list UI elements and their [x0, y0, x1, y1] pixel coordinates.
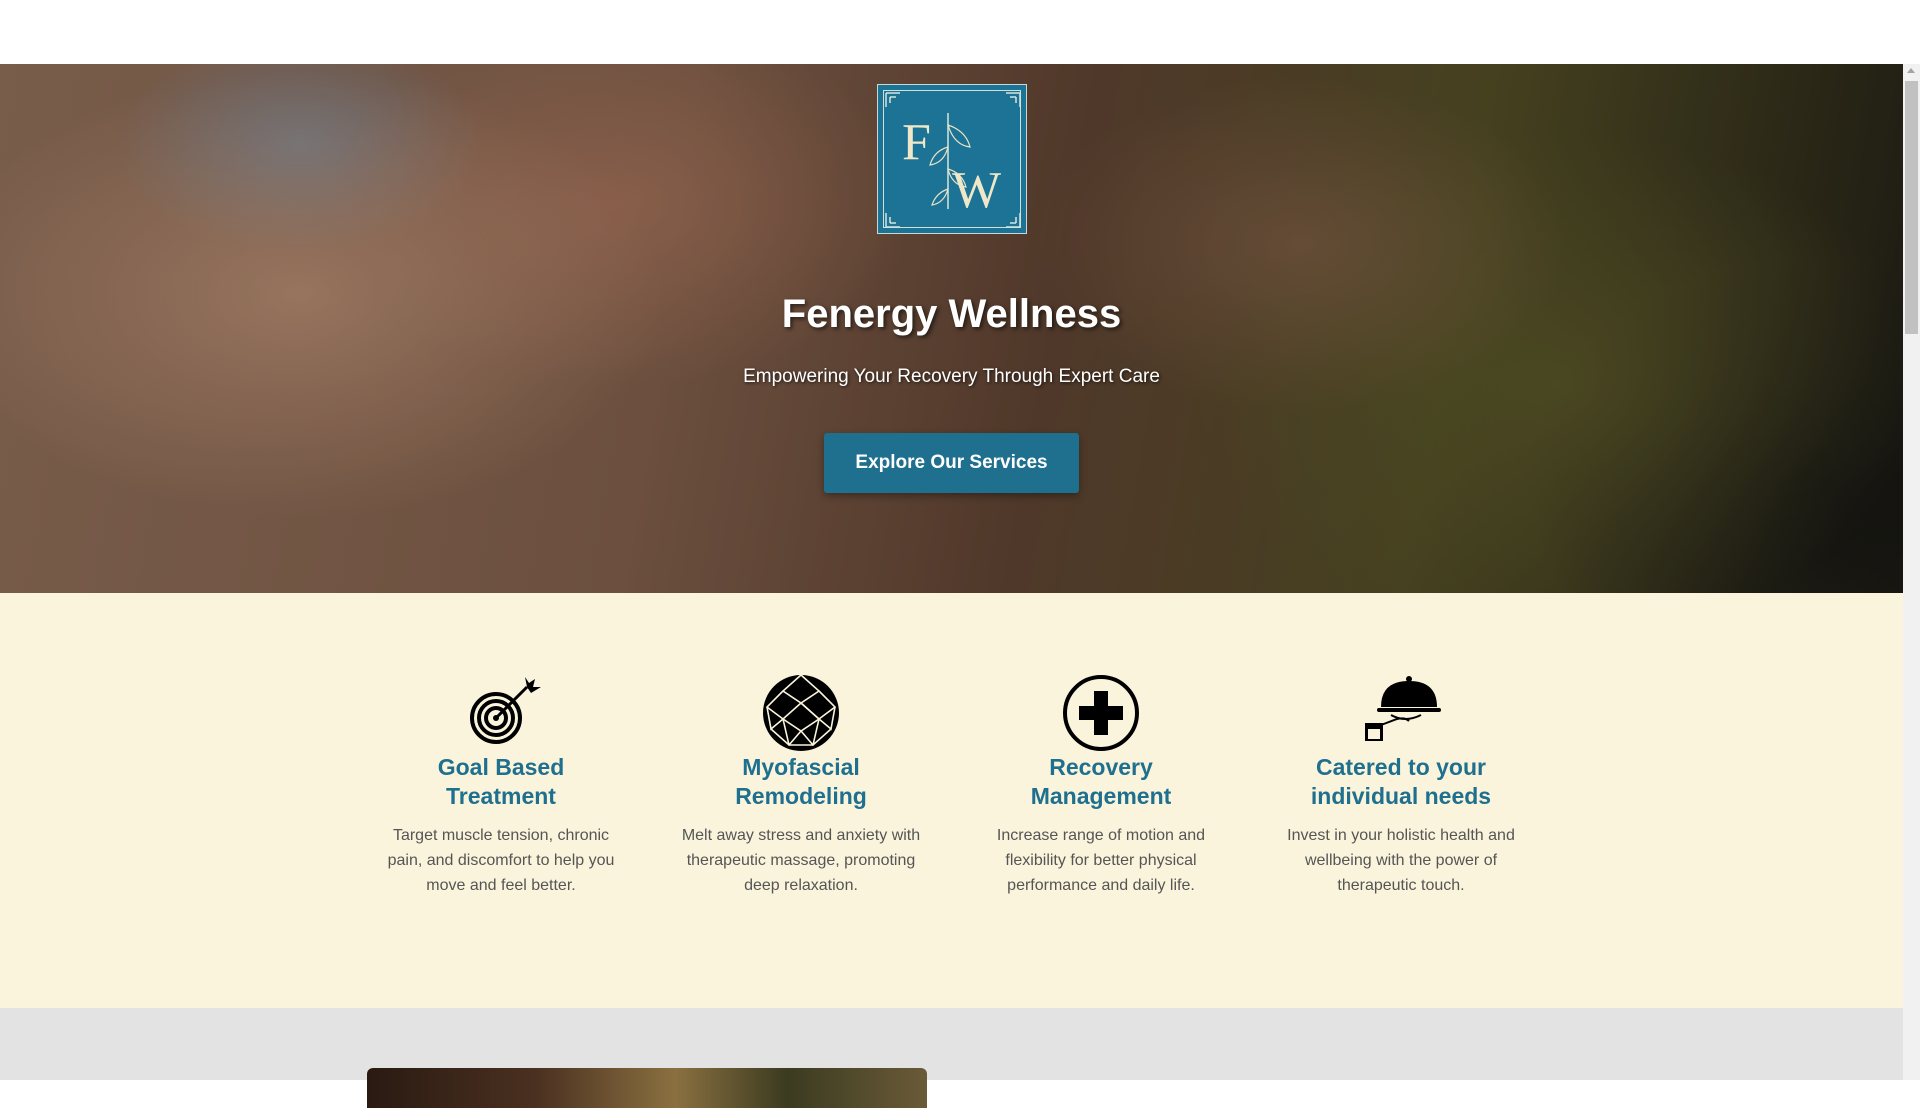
feature-catered-individual-needs: Catered to your individual needs Invest …	[1276, 673, 1526, 898]
logo-graphic: F W	[885, 92, 1021, 228]
logo-letter-f: F	[902, 114, 931, 171]
explore-services-button[interactable]: Explore Our Services	[824, 433, 1079, 493]
serving-cloche-icon	[1365, 676, 1441, 741]
medical-cross-icon	[1063, 675, 1139, 751]
hero-section: F W Fenergy Wellness Empowering Your Rec…	[0, 64, 1903, 593]
top-header-bar	[0, 0, 1903, 64]
feature-description: Invest in your holistic health and wellb…	[1287, 827, 1515, 894]
about-section	[0, 1008, 1903, 1108]
feature-goal-based-treatment: Goal Based Treatment Target muscle tensi…	[376, 673, 626, 898]
feature-description: Target muscle tension, chronic pain, and…	[387, 827, 615, 894]
hero-subtitle: Empowering Your Recovery Through Expert …	[743, 366, 1160, 387]
feature-title: Catered to your individual needs	[1310, 754, 1492, 809]
about-image	[367, 1068, 927, 1108]
feature-recovery-management: Recovery Management Increase range of mo…	[976, 673, 1226, 898]
feature-description: Increase range of motion and flexibility…	[996, 827, 1206, 894]
scrollbar-thumb[interactable]	[1905, 81, 1918, 334]
feature-myofascial-remodeling: Myofascial Remodeling Melt away stress a…	[676, 673, 926, 898]
page-scrollbar[interactable]	[1903, 64, 1920, 1080]
target-arrow-icon	[470, 677, 541, 744]
brand-logo[interactable]: F W	[877, 84, 1027, 234]
scroll-up-arrow-icon[interactable]	[1907, 68, 1915, 73]
feature-title: Goal Based Treatment	[437, 754, 565, 809]
feature-description: Melt away stress and anxiety with therap…	[681, 827, 921, 894]
features-section: Goal Based Treatment Target muscle tensi…	[0, 593, 1903, 1008]
hero-title: Fenergy Wellness	[781, 292, 1122, 336]
geodesic-sphere-icon	[763, 673, 839, 751]
logo-letter-w: W	[952, 162, 1001, 219]
feature-title: Myofascial Remodeling	[735, 754, 867, 809]
feature-title: Recovery Management	[1030, 754, 1172, 809]
